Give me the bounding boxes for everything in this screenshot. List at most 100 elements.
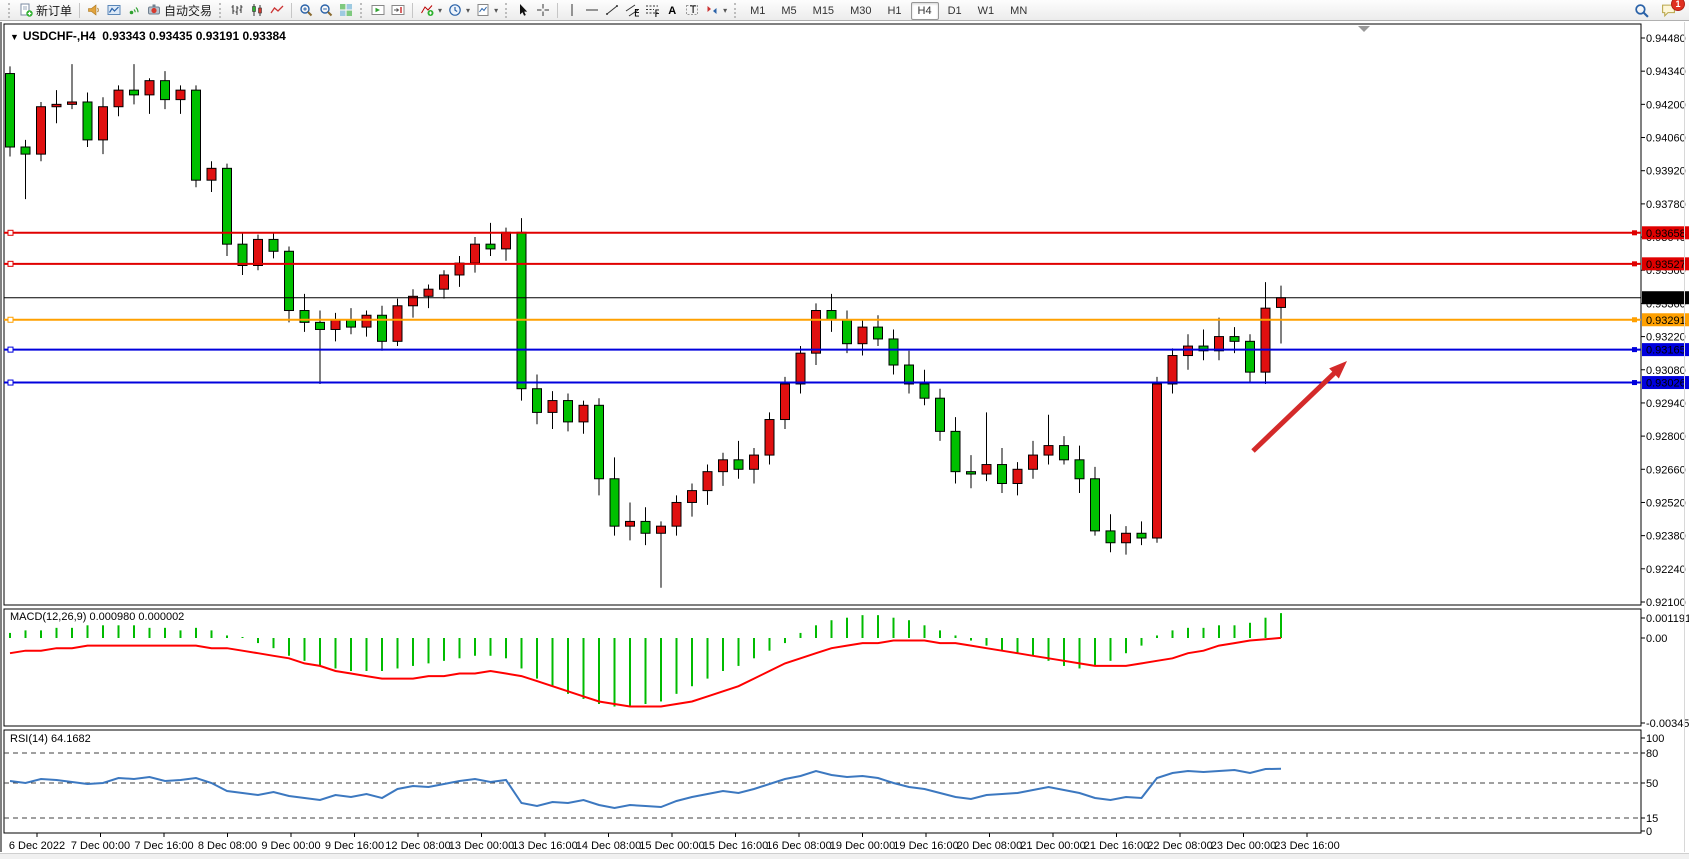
text-tool-button[interactable]: A [662, 1, 682, 19]
vertical-line-tool-button[interactable] [562, 1, 582, 19]
ohlc-open: 0.93343 [102, 29, 145, 43]
svg-text:13 Dec 00:00: 13 Dec 00:00 [449, 840, 514, 852]
window-bottom-border [0, 853, 1689, 859]
crosshair-icon [536, 3, 550, 17]
templates-icon [476, 3, 490, 17]
arrows-tool-button[interactable]: ▾ [702, 1, 730, 19]
chart-shift-icon [391, 3, 405, 17]
svg-text:0.94480: 0.94480 [1646, 33, 1686, 45]
svg-text:9 Dec 16:00: 9 Dec 16:00 [325, 840, 384, 852]
svg-text:E: E [634, 8, 639, 18]
time-axis[interactable]: 6 Dec 20227 Dec 00:007 Dec 16:008 Dec 08… [9, 833, 1340, 852]
new-order-icon [19, 3, 33, 17]
chart-window-icon [107, 3, 121, 17]
svg-text:23 Dec 00:00: 23 Dec 00:00 [1211, 840, 1276, 852]
zoom-in-button[interactable] [296, 1, 316, 19]
search-button[interactable] [1631, 1, 1652, 19]
toolbar-separator [79, 3, 80, 18]
svg-text:15: 15 [1646, 813, 1658, 825]
indicators-icon [420, 3, 434, 17]
horizontal-line-tool-button[interactable] [582, 1, 602, 19]
search-icon [1634, 3, 1649, 18]
svg-text:0.94200: 0.94200 [1646, 99, 1686, 111]
window-right-border [1684, 22, 1685, 852]
ohlc-bars-icon [230, 3, 244, 17]
timeframe-M5[interactable]: M5 [774, 2, 803, 20]
toolbar-grip [360, 3, 364, 18]
timeframe-M30[interactable]: M30 [843, 2, 878, 20]
signal-button[interactable] [124, 1, 144, 19]
svg-text:22 Dec 08:00: 22 Dec 08:00 [1147, 840, 1212, 852]
timeframe-H4[interactable]: H4 [911, 2, 939, 20]
trendline-tool-button[interactable] [602, 1, 622, 19]
periods-button[interactable]: ▾ [445, 1, 473, 19]
text-label-icon: T [685, 3, 699, 17]
zoom-out-button[interactable] [316, 1, 336, 19]
indicators-button[interactable]: ▾ [417, 1, 445, 19]
svg-text:0.93920: 0.93920 [1646, 166, 1686, 178]
candlestick-chart-type-button[interactable] [247, 1, 267, 19]
dropdown-caret-icon: ▾ [438, 6, 442, 15]
sound-alert-button[interactable] [84, 1, 104, 19]
svg-text:-0.003457: -0.003457 [1646, 718, 1689, 730]
dropdown-caret-icon: ▾ [466, 6, 470, 15]
chart-canvas[interactable]: 0.944800.943400.942000.940600.939200.937… [0, 0, 1689, 859]
svg-text:50: 50 [1646, 778, 1658, 790]
timeframe-MN[interactable]: MN [1003, 2, 1034, 20]
tile-windows-button[interactable] [336, 1, 356, 19]
main-toolbar: 新订单 自动交易 ▾ ▾ [0, 0, 1689, 21]
svg-text:0.93658: 0.93658 [1646, 228, 1686, 240]
svg-text:9 Dec 00:00: 9 Dec 00:00 [261, 840, 320, 852]
svg-text:19 Dec 00:00: 19 Dec 00:00 [830, 840, 895, 852]
line-chart-type-button[interactable] [267, 1, 287, 19]
timeframe-W1[interactable]: W1 [971, 2, 1002, 20]
auto-scroll-button[interactable] [368, 1, 388, 19]
bar-chart-type-button[interactable] [227, 1, 247, 19]
dropdown-caret-icon: ▾ [723, 6, 727, 15]
svg-text:0.93291: 0.93291 [1646, 315, 1686, 327]
horn-icon [87, 3, 101, 17]
crosshair-tool-button[interactable] [533, 1, 553, 19]
timeframe-M1[interactable]: M1 [743, 2, 772, 20]
cursor-tool-button[interactable] [513, 1, 533, 19]
timeframe-D1[interactable]: D1 [941, 2, 969, 20]
auto-trading-button[interactable]: 自动交易 [144, 1, 215, 19]
svg-text:0.93220: 0.93220 [1646, 332, 1686, 344]
signal-icon [127, 3, 141, 17]
svg-text:0.92380: 0.92380 [1646, 531, 1686, 543]
svg-text:15 Dec 16:00: 15 Dec 16:00 [703, 840, 768, 852]
charts-window-button[interactable] [104, 1, 124, 19]
timeframe-H1[interactable]: H1 [880, 2, 908, 20]
toolbar-grip [734, 3, 738, 18]
channel-tool-button[interactable]: E [622, 1, 642, 19]
toolbar-separator [412, 3, 413, 18]
zoom-in-icon [299, 3, 313, 17]
svg-text:12 Dec 08:00: 12 Dec 08:00 [385, 840, 450, 852]
price-axis[interactable]: 0.944800.943400.942000.940600.939200.937… [1641, 33, 1689, 838]
candlestick-icon [250, 3, 264, 17]
timeframe-M15[interactable]: M15 [806, 2, 841, 20]
chart-title: ▼USDCHF-,H4 0.93343 0.93435 0.93191 0.93… [10, 29, 286, 43]
notifications-button[interactable]: 1 [1658, 1, 1679, 19]
svg-text:15 Dec 00:00: 15 Dec 00:00 [639, 840, 704, 852]
templates-button[interactable]: ▾ [473, 1, 501, 19]
arrow-objects-icon [705, 3, 719, 17]
text-icon: A [665, 3, 679, 17]
svg-text:0.92660: 0.92660 [1646, 464, 1686, 476]
svg-text:0.93080: 0.93080 [1646, 365, 1686, 377]
horizontal-line-icon [585, 3, 599, 17]
svg-text:7 Dec 00:00: 7 Dec 00:00 [71, 840, 130, 852]
text-label-tool-button[interactable]: T [682, 1, 702, 19]
svg-text:19 Dec 16:00: 19 Dec 16:00 [893, 840, 958, 852]
pane-borders [4, 24, 1641, 833]
chart-symbol-period: USDCHF-,H4 [23, 29, 96, 43]
chart-shift-button[interactable] [388, 1, 408, 19]
symbol-dropdown-icon[interactable]: ▼ [10, 32, 19, 42]
svg-text:T: T [690, 4, 697, 16]
macd-values: 0.000980 0.000002 [89, 611, 184, 623]
new-order-button[interactable]: 新订单 [16, 1, 75, 19]
svg-text:13 Dec 16:00: 13 Dec 16:00 [512, 840, 577, 852]
fibonacci-tool-button[interactable]: F [642, 1, 662, 19]
svg-text:0.92100: 0.92100 [1646, 597, 1686, 609]
timeframe-group: M1M5M15M30H1H4D1W1MN [742, 1, 1035, 19]
